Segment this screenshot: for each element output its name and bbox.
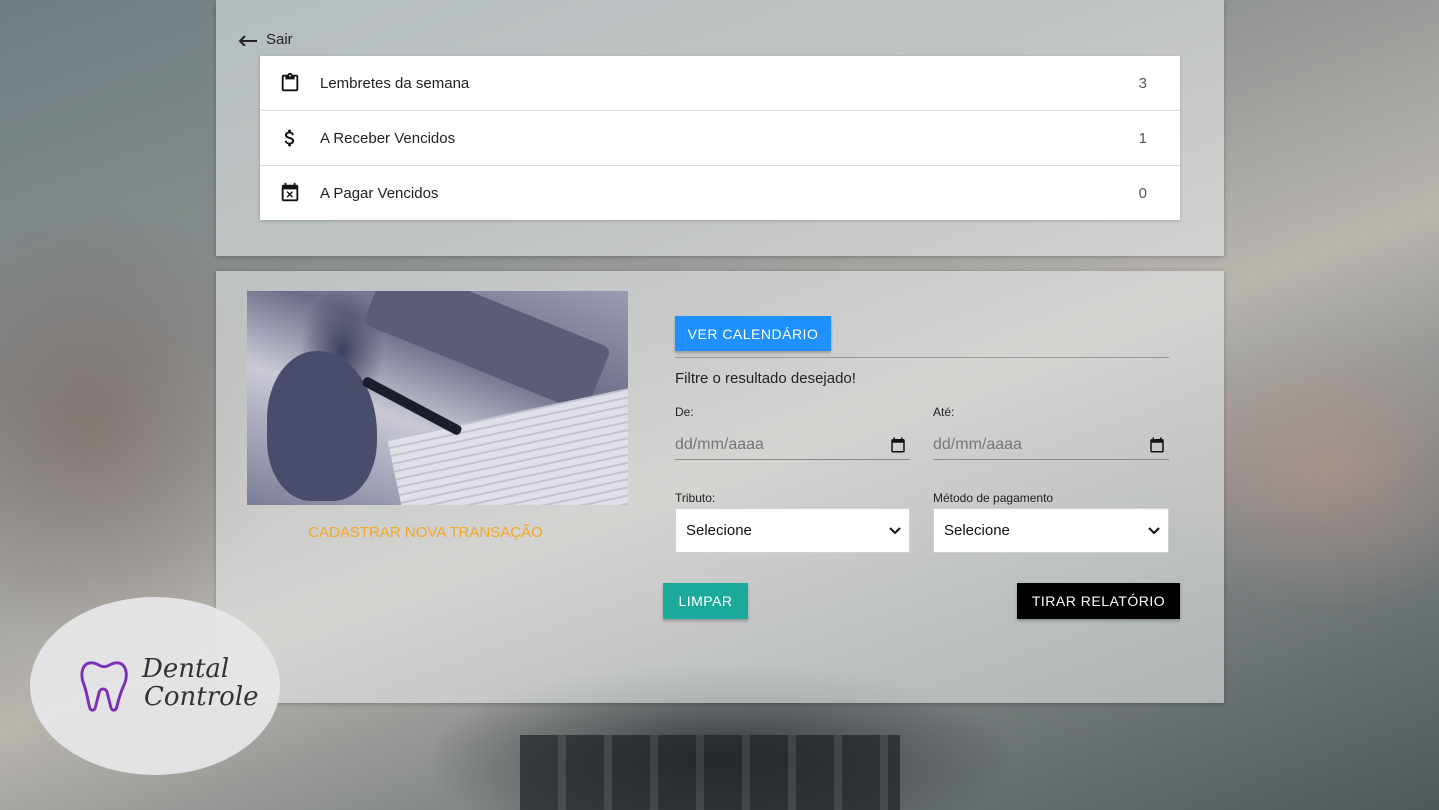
to-date-field[interactable]: [933, 430, 1169, 460]
list-item-payables[interactable]: A Pagar Vencidos 0: [260, 166, 1180, 220]
chevron-down-icon: [1148, 526, 1160, 534]
paper-shape: [387, 385, 628, 505]
list-item-count: 3: [1138, 74, 1147, 92]
payment-select-value: Selecione: [944, 522, 1010, 539]
background-keyboard: [520, 735, 900, 810]
clipboard-icon: [279, 72, 301, 94]
payment-method-label: Método de pagamento: [933, 491, 1054, 505]
calendar-x-icon: [279, 182, 301, 204]
list-item-reminders[interactable]: Lembretes da semana 3: [260, 56, 1180, 111]
list-item-label: A Pagar Vencidos: [320, 184, 439, 202]
report-button[interactable]: TIRAR RELATÓRIO: [1017, 583, 1180, 619]
tax-label: Tributo:: [675, 491, 716, 505]
from-date-label: De:: [675, 405, 694, 419]
to-date-label: Até:: [933, 405, 955, 419]
tax-select-value: Selecione: [686, 522, 752, 539]
logout-link[interactable]: Sair: [238, 28, 293, 50]
dental-controle-logo: Dental Controle: [30, 597, 280, 775]
to-date-input[interactable]: [933, 435, 1123, 454]
new-transaction-link[interactable]: CADASTRAR NOVA TRANSAÇÃO: [247, 524, 604, 541]
calendar-icon[interactable]: [889, 436, 907, 454]
logout-label: Sair: [266, 30, 293, 48]
calendar-icon[interactable]: [1148, 436, 1166, 454]
logo-line-1: Dental: [142, 654, 230, 684]
finance-photo: [247, 291, 628, 505]
tooth-icon: [80, 661, 128, 712]
logo-line-2: Controle: [144, 682, 259, 712]
tax-select[interactable]: Selecione: [675, 508, 910, 553]
list-item-receivables[interactable]: A Receber Vencidos 1: [260, 111, 1180, 166]
arrow-left-icon: [238, 35, 257, 46]
from-date-field[interactable]: [675, 430, 910, 460]
list-item-count: 1: [1138, 129, 1147, 147]
list-item-label: A Receber Vencidos: [320, 129, 456, 147]
view-calendar-button[interactable]: VER CALENDÁRIO: [675, 316, 831, 351]
chevron-down-icon: [889, 526, 901, 534]
list-item-label: Lembretes da semana: [320, 74, 470, 92]
list-item-count: 0: [1138, 184, 1147, 202]
divider: [675, 357, 1169, 358]
logo-text: Dental Controle: [142, 655, 259, 711]
dollar-icon: [279, 127, 301, 149]
clear-button[interactable]: LIMPAR: [663, 583, 748, 619]
summary-list: Lembretes da semana 3 A Receber Vencidos…: [260, 56, 1180, 220]
filter-heading: Filtre o resultado desejado!: [675, 370, 856, 387]
hand-shape: [267, 351, 377, 501]
from-date-input[interactable]: [675, 435, 865, 454]
payment-method-select[interactable]: Selecione: [933, 508, 1169, 553]
